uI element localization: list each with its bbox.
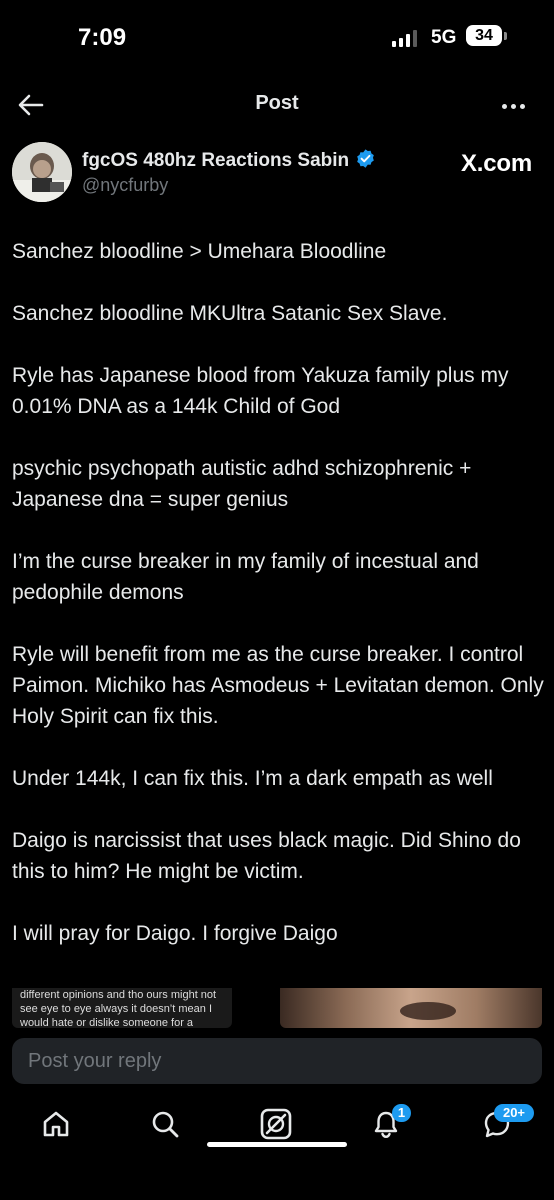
nav-bar: Post <box>0 78 554 130</box>
media-image-face[interactable] <box>280 988 542 1028</box>
handle[interactable]: @nycfurby <box>82 175 168 196</box>
post-paragraph: Daigo is narcissist that uses black magi… <box>12 829 521 883</box>
media-text-line: would hate or dislike someone for a <box>20 1017 194 1028</box>
post-paragraph: psychic psychopath autistic adhd schizop… <box>12 457 472 511</box>
status-bar: 7:09 5G 34 <box>0 0 554 70</box>
signal-icon <box>392 29 417 47</box>
post-paragraph: Ryle has Japanese blood from Yakuza fami… <box>12 364 509 418</box>
post-paragraph: I’m the curse breaker in my family of in… <box>12 550 479 604</box>
post-author: fgcOS 480hz Reactions Sabin @nycfurby X.… <box>12 142 542 204</box>
avatar[interactable] <box>12 142 72 202</box>
home-indicator <box>207 1142 347 1147</box>
tab-search[interactable] <box>145 1106 185 1146</box>
post-text: Sanchez bloodline > Umehara Bloodline Sa… <box>12 236 546 980</box>
reply-box <box>12 1038 542 1084</box>
media-text-line: see eye to eye always it doesn’t mean I <box>20 1003 212 1015</box>
post-paragraph: Ryle will benefit from me as the curse b… <box>12 643 544 728</box>
page-title: Post <box>255 92 299 114</box>
media-image-text[interactable]: different opinions and tho ours might no… <box>12 988 232 1028</box>
grok-icon <box>259 1107 293 1146</box>
post-paragraph: I will pray for Daigo. I forgive Daigo <box>12 922 338 945</box>
tab-bar: 1 20+ <box>0 1096 554 1156</box>
messages-badge: 20+ <box>494 1104 534 1122</box>
status-time: 7:09 <box>78 24 127 51</box>
post-media: different opinions and tho ours might no… <box>12 988 542 1028</box>
network-type: 5G <box>431 27 457 48</box>
reply-input[interactable] <box>12 1038 542 1084</box>
search-icon <box>149 1108 181 1145</box>
post-paragraph: Sanchez bloodline > Umehara Bloodline <box>12 240 387 263</box>
tab-grok[interactable] <box>256 1106 296 1146</box>
notifications-badge: 1 <box>392 1104 411 1122</box>
post-paragraph: Under 144k, I can fix this. I’m a dark e… <box>12 767 493 790</box>
battery-tip <box>504 32 507 40</box>
media-text-line: different opinions and tho ours might no… <box>20 989 217 1001</box>
media-face-detail <box>400 1002 456 1020</box>
battery-icon: 34 <box>466 25 502 46</box>
display-name[interactable]: fgcOS 480hz Reactions Sabin <box>82 148 376 175</box>
display-name-text: fgcOS 480hz Reactions Sabin <box>82 150 350 171</box>
verified-icon <box>355 148 376 175</box>
more-icon[interactable] <box>498 91 528 121</box>
post-paragraph: Sanchez bloodline MKUltra Satanic Sex Sl… <box>12 302 448 325</box>
home-icon <box>40 1108 72 1145</box>
tab-home[interactable] <box>36 1106 76 1146</box>
x-watermark: X.com <box>460 150 532 177</box>
